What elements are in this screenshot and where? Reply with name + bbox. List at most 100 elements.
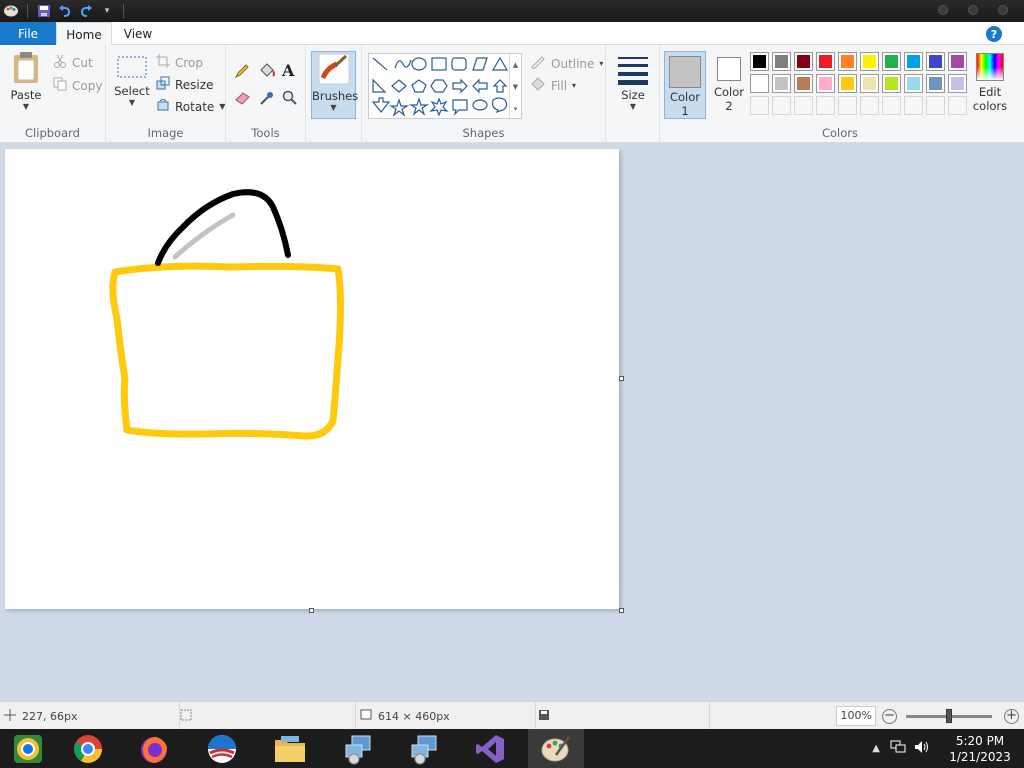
zoom-slider[interactable] [906,709,992,723]
save-status-icon [538,709,550,724]
canvas-resize-handle-right[interactable] [619,376,624,381]
color2-label: Color [713,85,745,99]
taskbar-file-explorer-icon[interactable] [262,729,318,768]
taskbar-paint-icon[interactable] [528,729,584,768]
custom-color-slot[interactable] [948,96,967,115]
canvas-resize-handle-bottom[interactable] [309,608,314,613]
drawing-canvas[interactable] [5,149,619,609]
clock-time: 5:20 PM [955,733,1005,748]
palette-swatch[interactable] [838,74,857,93]
eraser-icon[interactable] [234,91,252,108]
pencil-icon[interactable] [234,63,250,82]
rainbow-icon [976,53,1004,81]
drawing-strokes [109,189,344,440]
palette-swatch[interactable] [860,52,879,71]
custom-color-slot[interactable] [904,96,923,115]
minimize-button[interactable] [938,5,948,15]
palette-swatch[interactable] [926,52,945,71]
taskbar-remote-desktop-icon[interactable] [330,729,386,768]
cut-button[interactable]: Cut [53,54,93,71]
custom-color-slot[interactable] [750,96,769,115]
taskbar-firefox-icon[interactable] [126,729,182,768]
taskbar-remote-desktop-2-icon[interactable] [396,729,452,768]
help-icon[interactable]: ? [986,26,1002,42]
canvas-size: 614 × 460px [360,702,536,730]
palette-swatch[interactable] [772,52,791,71]
fill-button[interactable]: Fill ▾ [530,77,576,94]
taskbar-chrome-icon[interactable] [60,729,116,768]
custom-color-slot[interactable] [772,96,791,115]
palette-swatch[interactable] [794,52,813,71]
custom-color-slot[interactable] [882,96,901,115]
network-icon[interactable] [890,740,906,757]
tab-file[interactable]: File [0,22,56,45]
edit-colors-label: Edit [978,85,1002,99]
palette-swatch[interactable] [948,52,967,71]
cursor-position-icon [4,708,16,724]
rotate-button[interactable]: Rotate ▼ [156,98,225,115]
select-button[interactable]: Select ▼ [112,53,152,121]
palette-swatch[interactable] [948,74,967,93]
palette-swatch[interactable] [816,52,835,71]
zoom-out-button[interactable]: − [882,709,897,724]
brushes-button[interactable]: Brushes ▼ [311,51,358,119]
shapes-scroll[interactable]: ▲ ▼ ▾ [509,54,521,120]
volume-icon[interactable] [914,740,930,757]
palette-swatch[interactable] [882,52,901,71]
magnifier-icon[interactable] [282,90,298,109]
color2-button[interactable]: Color 2 [709,51,749,119]
taskbar-globe-app-icon[interactable] [194,729,250,768]
custom-color-slot[interactable] [860,96,879,115]
color-picker-icon[interactable] [259,90,275,109]
canvas-size-text: 614 × 460px [378,709,450,723]
copy-button[interactable]: Copy [53,77,102,94]
custom-color-slot[interactable] [926,96,945,115]
palette-swatch[interactable] [750,52,769,71]
color1-button[interactable]: Color 1 [664,51,706,119]
palette-swatch[interactable] [882,74,901,93]
show-hidden-icons-button[interactable]: ▲ [872,743,880,754]
taskbar-visual-studio-icon[interactable] [462,729,518,768]
resize-button[interactable]: Resize [156,76,213,93]
paste-button[interactable]: Paste ▼ [6,51,46,121]
tab-home[interactable]: Home [56,22,112,46]
text-icon[interactable]: A [282,61,294,80]
color2-num: 2 [725,99,733,113]
palette-swatch[interactable] [926,74,945,93]
fill-bucket-icon[interactable] [258,62,276,82]
palette-swatch[interactable] [794,74,813,93]
custom-color-slot[interactable] [838,96,857,115]
crop-button[interactable]: Crop [156,54,203,71]
canvas-resize-handle-corner[interactable] [619,608,624,613]
clock[interactable]: 5:20 PM 1/21/2023 [944,733,1016,765]
save-icon[interactable] [35,2,53,20]
maximize-button[interactable] [968,5,978,15]
fill-icon [530,77,546,94]
paint-app-icon[interactable] [2,2,20,20]
fill-label: Fill [551,78,568,93]
zoom-in-button[interactable]: + [1004,709,1019,724]
close-button[interactable] [998,5,1008,15]
custom-color-slot[interactable] [816,96,835,115]
cursor-position-text: 227, 66px [22,709,78,723]
palette-swatch[interactable] [904,52,923,71]
outline-button[interactable]: Outline ▾ [530,55,603,72]
customize-quick-access-icon[interactable]: ▾ [98,2,116,20]
taskbar-chromium-icon[interactable] [0,729,56,768]
redo-icon[interactable] [77,2,95,20]
palette-swatch[interactable] [772,74,791,93]
palette-swatch[interactable] [838,52,857,71]
line-size-icon [616,57,650,88]
custom-color-slot[interactable] [794,96,813,115]
palette-swatch[interactable] [904,74,923,93]
size-button[interactable]: Size ▼ [614,53,652,121]
palette-swatch[interactable] [860,74,879,93]
zoom-slider-thumb[interactable] [946,709,952,723]
tab-view[interactable]: View [112,22,164,45]
edit-colors-button[interactable]: Edit colors [972,51,1008,121]
brushes-group: Brushes ▼ [306,45,362,143]
undo-icon[interactable] [56,2,74,20]
palette-swatch[interactable] [750,74,769,93]
palette-swatch[interactable] [816,74,835,93]
taskbar: ▲ 5:20 PM 1/21/2023 [0,729,1024,768]
